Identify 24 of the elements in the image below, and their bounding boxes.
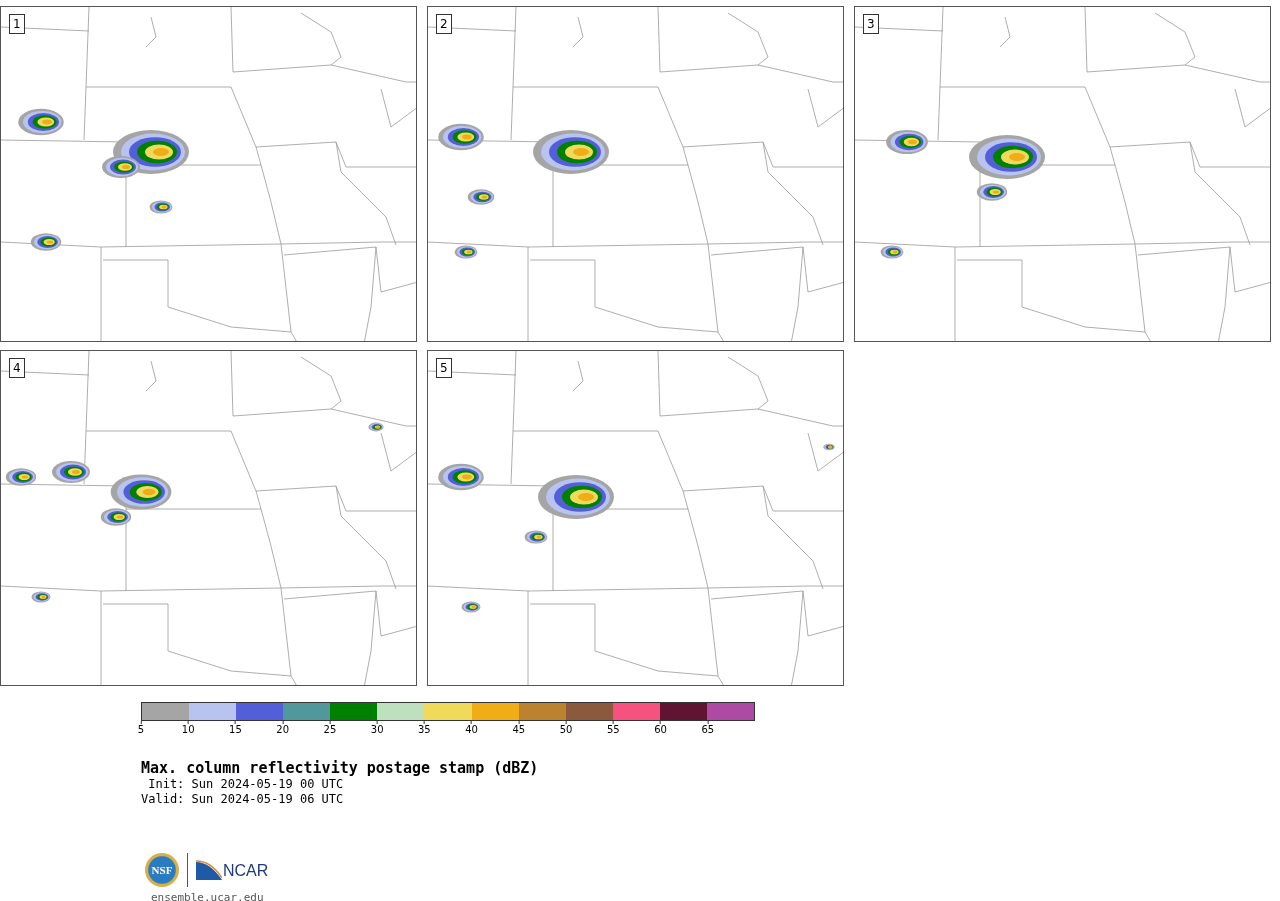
site-url: ensemble.ucar.edu — [151, 891, 265, 901]
ncar-logo: NCAR — [196, 860, 269, 880]
tick-label: 25 — [323, 724, 337, 735]
panel-number: 2 — [436, 14, 452, 34]
panel-number: 4 — [9, 358, 25, 378]
tick-label: 60 — [654, 724, 667, 735]
nsf-logo: NSF — [145, 853, 179, 887]
init-time: Init: Sun 2024-05-19 00 UTC — [147, 777, 345, 792]
tick-label: 30 — [370, 724, 384, 735]
tick-label: 35 — [418, 724, 431, 735]
panel-number: 5 — [436, 358, 452, 378]
tick-label: 50 — [559, 724, 573, 735]
chart-title: Max. column reflectivity postage stamp (dBZ) — [141, 759, 540, 777]
tick-label: 55 — [606, 724, 620, 735]
panel-number: 3 — [863, 14, 879, 34]
tick-label: 5 — [137, 724, 145, 735]
tick-label: 15 — [229, 724, 242, 735]
valid-time: Valid: Sun 2024-05-19 06 UTC — [141, 792, 345, 807]
tick-label: 40 — [465, 724, 478, 735]
tick-label: 20 — [276, 724, 290, 735]
panel-number: 1 — [9, 14, 25, 34]
tick-label: 45 — [512, 724, 526, 735]
tick-label: 10 — [181, 724, 195, 735]
tick-label: 65 — [701, 724, 715, 735]
